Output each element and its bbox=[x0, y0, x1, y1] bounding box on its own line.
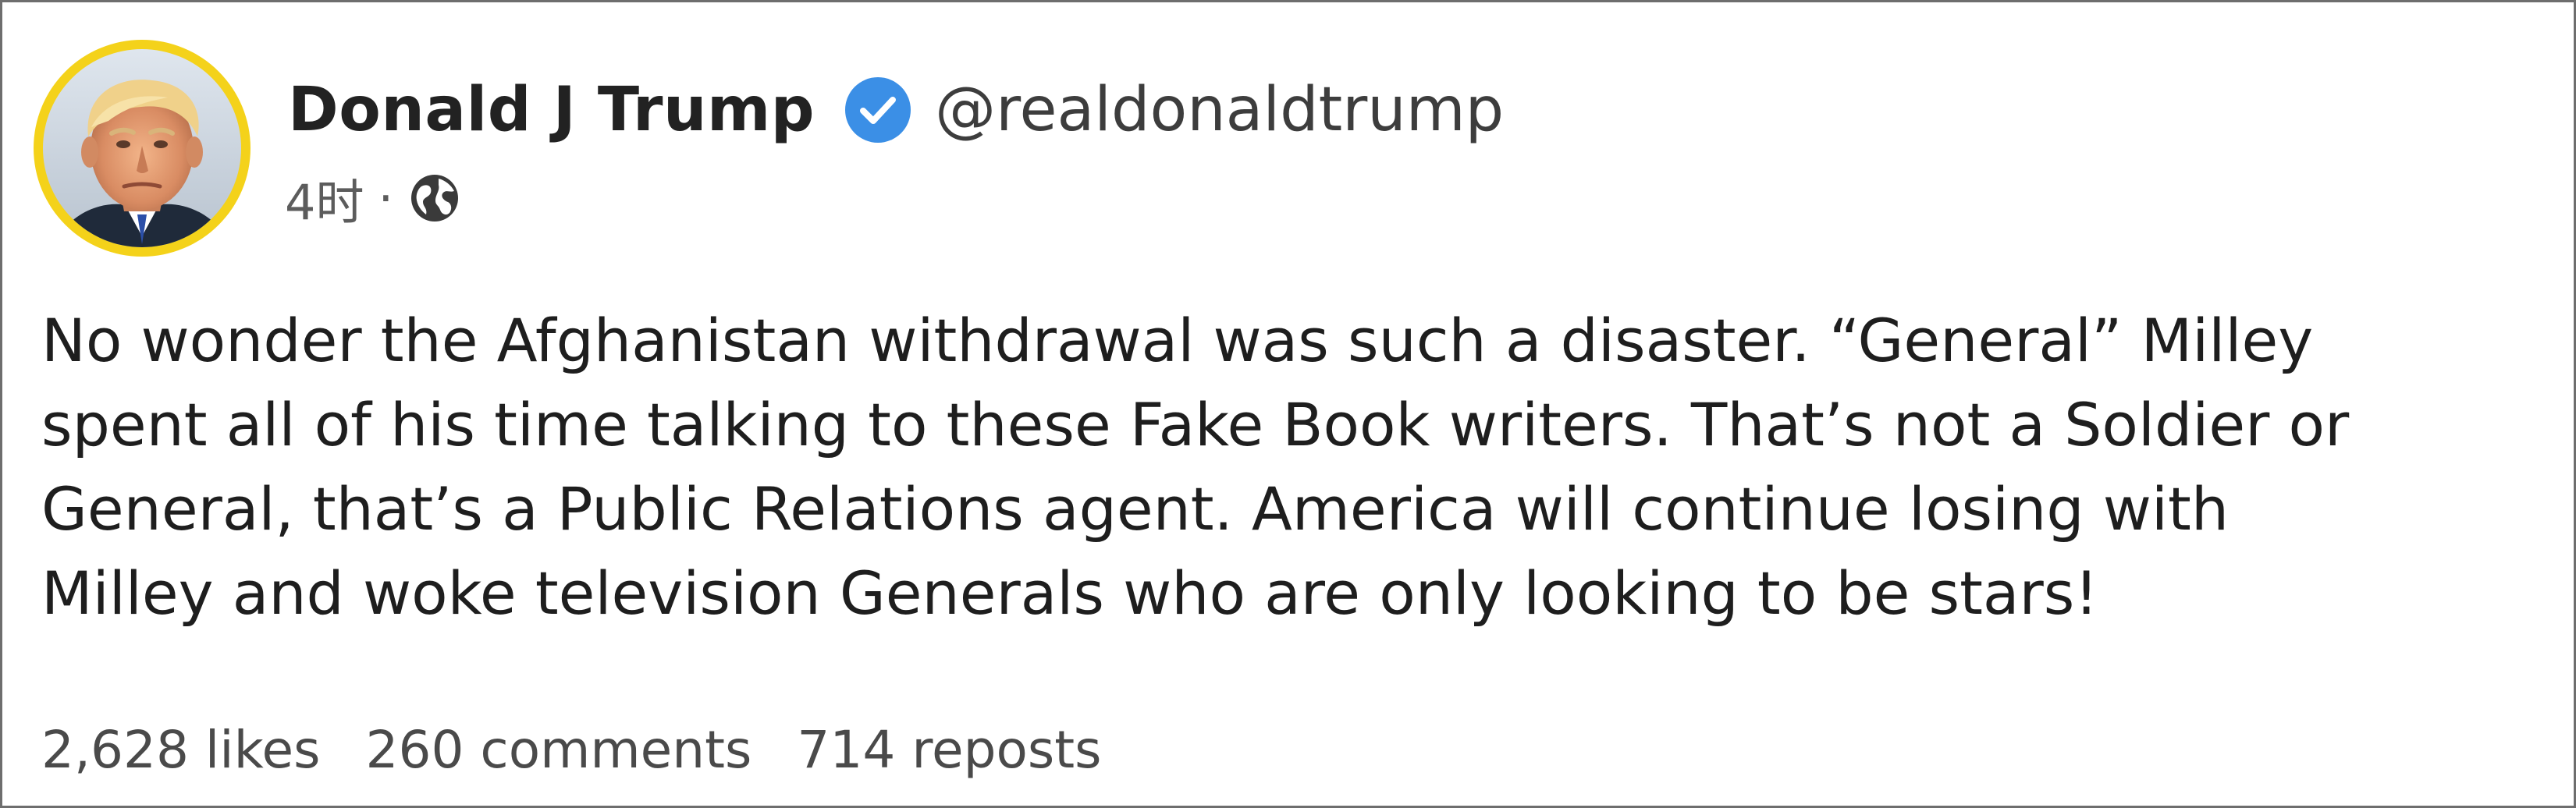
likes-count[interactable]: 2,628 likes bbox=[41, 720, 320, 780]
post-stats: 2,628 likes 260 comments 714 reposts bbox=[41, 711, 1147, 789]
post-meta: 4时 · bbox=[285, 163, 462, 233]
avatar[interactable] bbox=[34, 40, 250, 257]
avatar-portrait bbox=[43, 49, 241, 247]
comments-count[interactable]: 260 comments bbox=[365, 720, 751, 780]
post-text-line: spent all of his time talking to these F… bbox=[41, 390, 2350, 459]
post-text-line: General, that’s a Public Relations agent… bbox=[41, 474, 2229, 544]
post-text-line: No wonder the Afghanistan withdrawal was… bbox=[41, 306, 2314, 375]
author-name[interactable]: Donald J Trump bbox=[288, 75, 815, 145]
verified-badge-icon bbox=[844, 76, 911, 144]
author-handle[interactable]: @realdonaldtrump bbox=[935, 75, 1504, 145]
post-text-line: Milley and woke television Generals who … bbox=[41, 558, 2098, 628]
reposts-count[interactable]: 714 reposts bbox=[797, 720, 1101, 780]
meta-separator: · bbox=[378, 169, 394, 227]
post-body: No wonder the Afghanistan withdrawal was… bbox=[41, 299, 2539, 636]
globe-icon bbox=[407, 171, 462, 225]
post-timestamp[interactable]: 4时 bbox=[285, 163, 364, 233]
post-header: Donald J Trump @realdonaldtrump bbox=[288, 68, 1504, 152]
post-card: Donald J Trump @realdonaldtrump 4时 · No … bbox=[0, 0, 2576, 808]
